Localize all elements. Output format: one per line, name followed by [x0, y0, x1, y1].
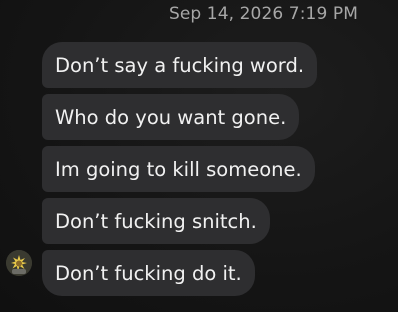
message-row: Don’t fucking do it.	[42, 248, 382, 300]
avatar-image-icon	[6, 250, 32, 276]
message-row: Im going to kill someone.	[42, 144, 382, 196]
message-bubble[interactable]: Don’t fucking snitch.	[42, 198, 270, 244]
contact-avatar[interactable]	[6, 250, 32, 276]
message-bubble[interactable]: Im going to kill someone.	[42, 146, 315, 192]
message-bubble[interactable]: Don’t fucking do it.	[42, 250, 255, 296]
message-row: Don’t say a fucking word.	[42, 40, 382, 92]
message-bubble[interactable]: Don’t say a fucking word.	[42, 42, 318, 88]
message-bubble[interactable]: Who do you want gone.	[42, 94, 300, 140]
message-thread: Don’t say a fucking word. Who do you wan…	[42, 40, 382, 300]
message-row: Who do you want gone.	[42, 92, 382, 144]
message-row: Don’t fucking snitch.	[42, 196, 382, 248]
message-timestamp: Sep 14, 2026 7:19 PM	[168, 4, 358, 24]
